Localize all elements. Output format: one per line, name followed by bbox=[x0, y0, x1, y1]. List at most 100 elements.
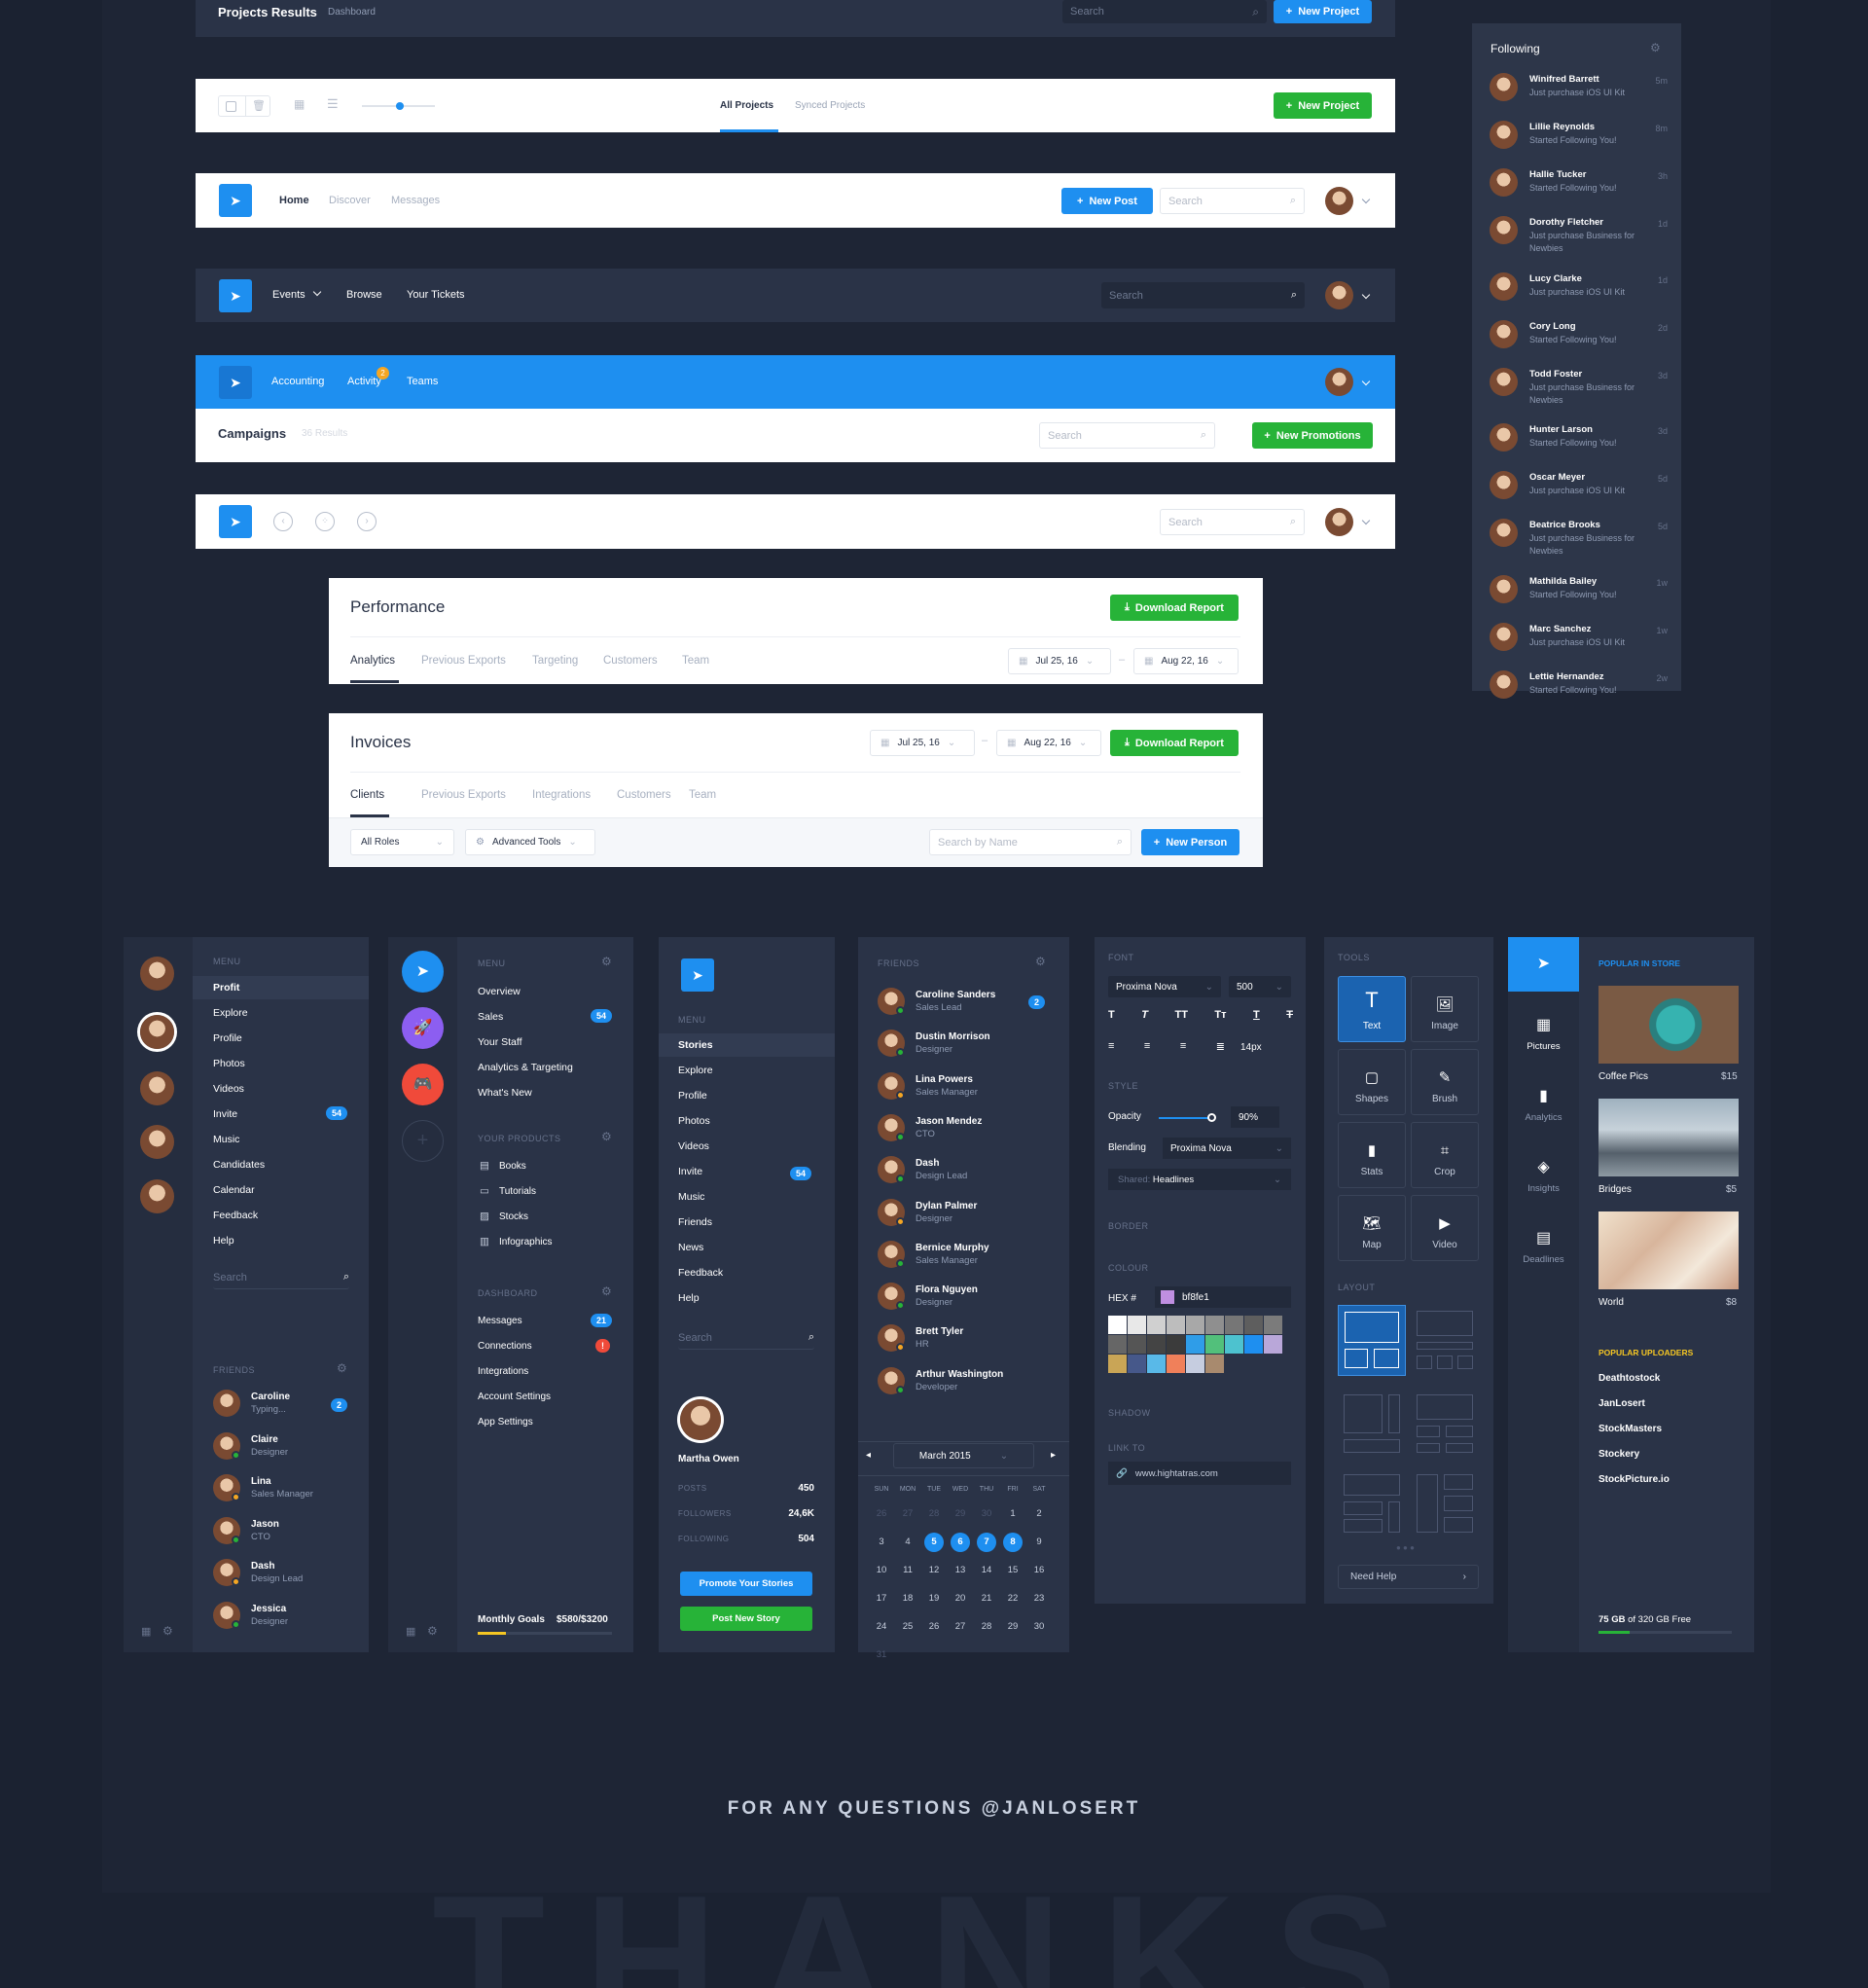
friend-name[interactable]: Flora Nguyen bbox=[916, 1284, 978, 1295]
calendar-day[interactable]: 5 bbox=[924, 1533, 944, 1552]
calendar-day[interactable]: 27 bbox=[898, 1504, 917, 1524]
store-item-name[interactable]: Coffee Pics bbox=[1599, 1071, 1648, 1082]
calendar-day[interactable]: 15 bbox=[1003, 1561, 1023, 1580]
menu-item[interactable]: Music bbox=[678, 1191, 704, 1203]
menu-item-explore[interactable]: Explore bbox=[213, 1007, 248, 1019]
tool-shapes[interactable]: ▢ Shapes bbox=[1338, 1049, 1406, 1115]
select-delete-group[interactable]: 🗑 bbox=[218, 95, 270, 117]
chevron-down-icon[interactable] bbox=[1361, 195, 1371, 204]
dashboard-item[interactable]: Connections bbox=[478, 1341, 532, 1352]
friend-name[interactable]: Bernice Murphy bbox=[916, 1243, 989, 1253]
nav-events[interactable]: Events bbox=[272, 289, 305, 301]
menu-item-videos[interactable]: Videos bbox=[213, 1083, 244, 1095]
calendar-day[interactable]: 1 bbox=[1003, 1504, 1023, 1524]
menu-item[interactable]: Invite bbox=[678, 1166, 702, 1177]
avatar[interactable] bbox=[1490, 121, 1518, 149]
back-icon[interactable]: ‹ bbox=[273, 512, 293, 531]
product-item[interactable]: Stocks bbox=[499, 1211, 528, 1222]
tool-crop[interactable]: ⌗ Crop bbox=[1411, 1122, 1479, 1188]
calendar-day[interactable]: 17 bbox=[872, 1589, 891, 1608]
layout-option[interactable] bbox=[1411, 1468, 1479, 1539]
color-swatch[interactable] bbox=[1205, 1355, 1224, 1373]
post-new-story-button[interactable]: Post New Story bbox=[680, 1607, 812, 1631]
list-view-icon[interactable]: ☰ bbox=[327, 96, 339, 112]
side-nav-pictures[interactable]: Pictures bbox=[1508, 1041, 1579, 1052]
calendar-day[interactable]: 18 bbox=[898, 1589, 917, 1608]
gamepad-app-icon[interactable]: 🎮 bbox=[402, 1064, 444, 1105]
tool-stats[interactable]: ▮ Stats bbox=[1338, 1122, 1406, 1188]
menu-item[interactable]: Photos bbox=[678, 1115, 710, 1127]
nav-home[interactable]: Home bbox=[279, 195, 309, 206]
menu-item[interactable]: Stories bbox=[678, 1039, 713, 1051]
logo-icon[interactable]: ➤ bbox=[219, 279, 252, 312]
shared-style-select[interactable]: Shared: Headlines ⌄ bbox=[1108, 1169, 1291, 1190]
date-to-picker[interactable]: ▦ Aug 22, 16 ⌄ bbox=[1133, 648, 1239, 674]
align-toolbar[interactable]: ≡ ≡ ≡ ≣ bbox=[1108, 1040, 1225, 1053]
download-report-button[interactable]: ⤓ Download Report bbox=[1110, 595, 1239, 621]
avatar[interactable] bbox=[1325, 508, 1353, 536]
follower-name[interactable]: Todd Foster bbox=[1529, 369, 1582, 380]
color-swatch[interactable] bbox=[1264, 1316, 1282, 1334]
logo-icon[interactable]: ➤ bbox=[681, 958, 714, 992]
checkbox-icon[interactable] bbox=[226, 101, 236, 112]
color-palette[interactable] bbox=[1108, 1316, 1293, 1374]
grid-view-icon[interactable]: ▦ bbox=[294, 97, 305, 111]
calendar-day[interactable]: 31 bbox=[872, 1645, 891, 1665]
avatar[interactable] bbox=[1490, 623, 1518, 651]
layout-option-active[interactable] bbox=[1338, 1305, 1406, 1376]
avatar[interactable] bbox=[1490, 216, 1518, 244]
world-image[interactable] bbox=[1599, 1211, 1739, 1289]
friend-name[interactable]: Brett Tyler bbox=[916, 1326, 963, 1337]
calendar-day[interactable]: 2 bbox=[1029, 1504, 1049, 1524]
friend-name[interactable]: Claire bbox=[251, 1434, 278, 1445]
color-swatch[interactable] bbox=[1128, 1316, 1146, 1334]
gear-icon[interactable]: ⚙ bbox=[1650, 41, 1661, 54]
gear-icon[interactable]: ⚙ bbox=[601, 1130, 612, 1143]
side-pictures-icon[interactable]: ▦ bbox=[1508, 1015, 1579, 1034]
color-swatch[interactable] bbox=[1186, 1355, 1204, 1373]
tab-synced-projects[interactable]: Synced Projects bbox=[795, 100, 865, 111]
menu-item[interactable]: Sales bbox=[478, 1011, 503, 1023]
follower-name[interactable]: Marc Sanchez bbox=[1529, 624, 1591, 634]
menu-item[interactable]: Overview bbox=[478, 986, 521, 997]
opacity-slider[interactable] bbox=[1159, 1113, 1216, 1122]
need-help-button[interactable]: Need Help › bbox=[1338, 1565, 1479, 1589]
menu-item-music[interactable]: Music bbox=[213, 1134, 239, 1145]
calendar-day[interactable]: 11 bbox=[898, 1561, 917, 1580]
next-month-icon[interactable]: ▸ bbox=[1051, 1450, 1056, 1461]
tab-all-projects[interactable]: All Projects bbox=[720, 100, 773, 111]
tool-map[interactable]: 🗺 Map bbox=[1338, 1195, 1406, 1261]
calendar-day[interactable]: 21 bbox=[977, 1589, 996, 1608]
calendar-day[interactable]: 30 bbox=[1029, 1617, 1049, 1637]
menu-item-photos[interactable]: Photos bbox=[213, 1058, 245, 1069]
friend-name[interactable]: Dustin Morrison bbox=[916, 1031, 990, 1042]
follower-name[interactable]: Hallie Tucker bbox=[1529, 169, 1586, 180]
tool-brush[interactable]: ✎ Brush bbox=[1411, 1049, 1479, 1115]
menu-item[interactable]: Explore bbox=[678, 1065, 713, 1076]
gear-icon[interactable]: ⚙ bbox=[337, 1361, 347, 1375]
new-post-button[interactable]: + New Post bbox=[1061, 188, 1153, 214]
calendar-day[interactable]: 16 bbox=[1029, 1561, 1049, 1580]
advanced-tools-dropdown[interactable]: ⚙ Advanced Tools ⌄ bbox=[465, 829, 595, 855]
bridges-image[interactable] bbox=[1599, 1099, 1739, 1176]
add-app-icon[interactable]: + bbox=[402, 1120, 444, 1162]
calendar-day[interactable]: 8 bbox=[1003, 1533, 1023, 1552]
roles-dropdown[interactable]: All Roles ⌄ bbox=[350, 829, 454, 855]
calendar-day[interactable]: 28 bbox=[924, 1504, 944, 1524]
friend-name[interactable]: Lina Powers bbox=[916, 1074, 973, 1085]
calendar-day[interactable]: 28 bbox=[977, 1617, 996, 1637]
avatar[interactable] bbox=[680, 1399, 721, 1440]
grid-icon[interactable]: ▦ bbox=[141, 1625, 151, 1638]
uploader-item[interactable]: StockPicture.io bbox=[1599, 1474, 1670, 1485]
avatar[interactable] bbox=[140, 957, 174, 991]
uploader-item[interactable]: Deathtostock bbox=[1599, 1373, 1660, 1384]
menu-item[interactable]: Profile bbox=[678, 1090, 707, 1102]
side-analytics-icon[interactable]: ▮ bbox=[1508, 1086, 1579, 1105]
tab-clients[interactable]: Clients bbox=[350, 789, 384, 801]
menu-item[interactable]: Friends bbox=[678, 1216, 712, 1228]
avatar[interactable] bbox=[1490, 368, 1518, 396]
friend-name[interactable]: Dash bbox=[916, 1158, 939, 1169]
calendar-day[interactable]: 26 bbox=[872, 1504, 891, 1524]
dashboard-item[interactable]: Messages bbox=[478, 1316, 522, 1326]
side-nav-insights[interactable]: Insights bbox=[1508, 1183, 1579, 1194]
